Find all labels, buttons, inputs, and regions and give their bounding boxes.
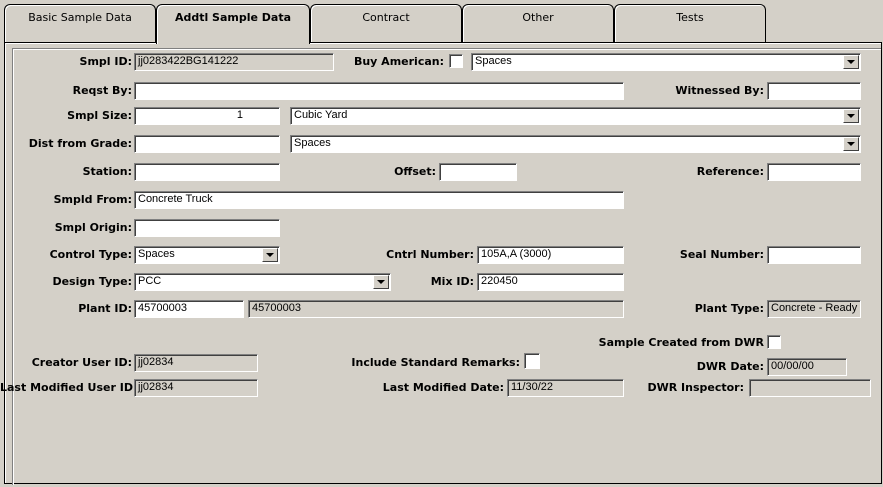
smpl-size-unit-select[interactable]: Cubic Yard xyxy=(290,107,861,125)
control-type-select-value: Spaces xyxy=(138,248,175,260)
tab-label: Other xyxy=(522,11,554,24)
last-modified-user-id-label: Last Modified User ID: xyxy=(0,381,138,394)
reqst-by-label: Reqst By: xyxy=(72,84,132,97)
mix-id-label: Mix ID: xyxy=(430,275,474,288)
tab-basic-sample-data[interactable]: Basic Sample Data xyxy=(4,4,156,42)
control-type-dropdown-button[interactable] xyxy=(262,248,278,262)
last-modified-date-label: Last Modified Date: xyxy=(382,381,504,394)
reference-field[interactable] xyxy=(767,163,861,181)
tab-tests[interactable]: Tests xyxy=(614,4,766,42)
design-type-dropdown-button[interactable] xyxy=(373,275,389,289)
plant-type-label: Plant Type: xyxy=(694,302,764,315)
dwr-date-label: DWR Date: xyxy=(696,360,764,373)
plant-id-field[interactable]: 45700003 xyxy=(134,300,244,318)
tab-label: Addtl Sample Data xyxy=(174,11,292,24)
sample-created-from-dwr-label: Sample Created from DWR xyxy=(598,336,764,349)
smpl-origin-label: Smpl Origin: xyxy=(54,221,132,234)
dist-from-grade-dropdown-button[interactable] xyxy=(843,137,859,151)
creator-user-id-field: jj02834 xyxy=(134,354,258,372)
tab-label: Tests xyxy=(676,11,704,24)
sample-created-from-dwr-checkbox[interactable] xyxy=(767,335,781,349)
reference-label: Reference: xyxy=(696,165,764,178)
last-modified-date-field: 11/30/22 xyxy=(507,379,624,397)
buy-american-label: Buy American: xyxy=(353,55,444,68)
seal-number-field[interactable] xyxy=(767,246,861,264)
include-standard-remarks-checkbox[interactable] xyxy=(524,353,540,369)
cntrl-number-field[interactable]: 105A,A (3000) xyxy=(477,246,624,264)
include-standard-remarks-label: Include Standard Remarks: xyxy=(351,356,520,369)
chevron-down-icon xyxy=(266,253,274,257)
design-type-select[interactable]: PCC xyxy=(134,273,391,291)
tab-label: Basic Sample Data xyxy=(28,11,132,24)
smpl-id-field: jj0283422BG141222 xyxy=(134,53,334,71)
witnessed-by-label: Witnessed By: xyxy=(675,84,764,97)
tab-addtl-sample-data[interactable]: Addtl Sample Data xyxy=(156,4,310,44)
smpl-size-unit-dropdown-button[interactable] xyxy=(843,109,859,123)
plant-name-field: 45700003 xyxy=(248,300,624,318)
buy-american-select[interactable]: Spaces xyxy=(471,53,861,71)
control-type-select[interactable]: Spaces xyxy=(134,246,280,264)
smpl-size-field[interactable]: 1 xyxy=(134,107,280,125)
plant-id-label: Plant ID: xyxy=(78,302,132,315)
plant-type-field: Concrete - Ready Mix xyxy=(767,300,861,318)
chevron-down-icon xyxy=(847,114,855,118)
dist-from-grade-label: Dist from Grade: xyxy=(28,137,132,150)
smpl-origin-field[interactable] xyxy=(134,219,280,237)
buy-american-dropdown-button[interactable] xyxy=(843,55,859,69)
design-type-select-value: PCC xyxy=(138,275,162,287)
tab-label: Contract xyxy=(362,11,410,24)
design-type-label: Design Type: xyxy=(52,275,132,288)
smpld-from-field[interactable]: Concrete Truck xyxy=(134,191,624,209)
buy-american-select-value: Spaces xyxy=(475,55,512,67)
seal-number-label: Seal Number: xyxy=(679,248,764,261)
smpl-size-label: Smpl Size: xyxy=(67,109,132,122)
chevron-down-icon xyxy=(847,142,855,146)
dist-from-grade-select[interactable]: Spaces xyxy=(290,135,861,153)
creator-user-id-label: Creator User ID: xyxy=(31,356,132,369)
smpl-size-unit-value: Cubic Yard xyxy=(294,109,348,121)
offset-field[interactable] xyxy=(439,163,517,181)
dwr-date-field: 00/00/00 xyxy=(767,358,847,376)
last-modified-user-id-field: jj02834 xyxy=(134,379,258,397)
mix-id-field[interactable]: 220450 xyxy=(477,273,624,291)
dwr-inspector-field xyxy=(749,379,871,397)
cntrl-number-label: Cntrl Number: xyxy=(386,248,474,261)
smpl-id-label: Smpl ID: xyxy=(79,55,132,68)
witnessed-by-field[interactable] xyxy=(767,82,861,100)
chevron-down-icon xyxy=(377,280,385,284)
station-field[interactable] xyxy=(134,163,280,181)
control-type-label: Control Type: xyxy=(49,248,132,261)
chevron-down-icon xyxy=(847,60,855,64)
dist-from-grade-select-value: Spaces xyxy=(294,137,331,149)
tab-other[interactable]: Other xyxy=(462,4,614,42)
buy-american-checkbox[interactable] xyxy=(449,54,463,68)
smpld-from-label: Smpld From: xyxy=(53,193,132,206)
reqst-by-field[interactable] xyxy=(134,82,624,100)
station-label: Station: xyxy=(82,165,132,178)
offset-label: Offset: xyxy=(394,165,436,178)
dwr-inspector-label: DWR Inspector: xyxy=(647,381,744,394)
dist-from-grade-field[interactable] xyxy=(134,135,280,153)
tab-contract[interactable]: Contract xyxy=(310,4,462,42)
